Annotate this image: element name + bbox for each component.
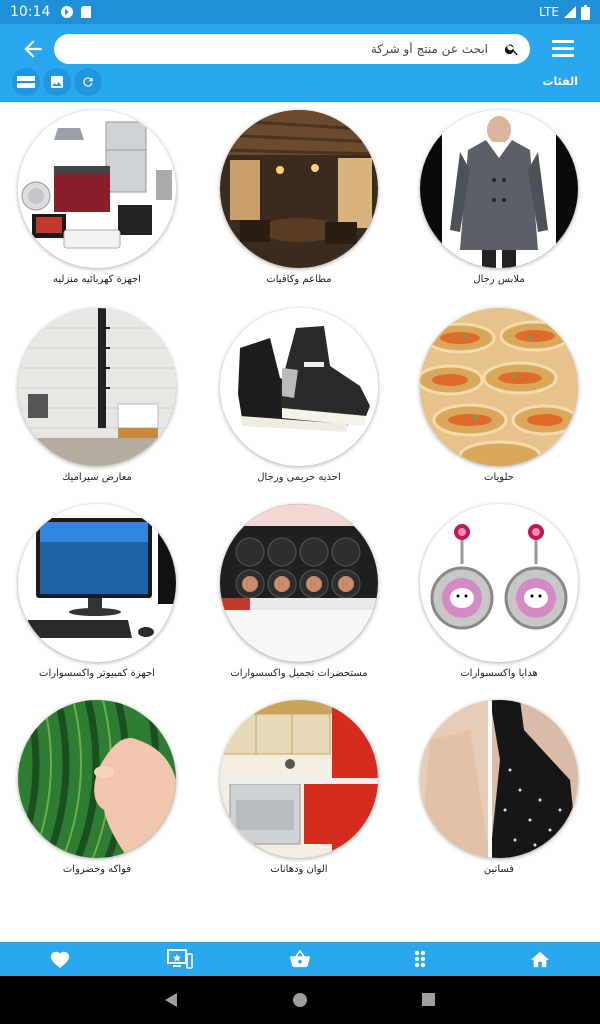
category-label: ملابس رجال bbox=[473, 274, 525, 285]
image-view-button[interactable] bbox=[43, 68, 71, 96]
refresh-button[interactable] bbox=[74, 68, 102, 96]
category-item[interactable]: فواكه وخضروات bbox=[8, 692, 178, 878]
cosmetics-image[interactable] bbox=[220, 504, 378, 662]
category-item[interactable]: اجهزة كمبيوتر واكسسوارات bbox=[8, 496, 178, 682]
category-item[interactable]: ملابس رجال bbox=[410, 102, 580, 288]
category-label: مطاعم وكافيات bbox=[266, 274, 332, 285]
watermelon-image[interactable] bbox=[18, 700, 176, 858]
dresses-image[interactable] bbox=[420, 700, 578, 858]
search-box[interactable] bbox=[54, 34, 530, 64]
sweets-image[interactable] bbox=[420, 308, 578, 466]
image-icon bbox=[51, 76, 63, 88]
sync-status-icon bbox=[61, 6, 74, 18]
status-right: LTE bbox=[539, 4, 590, 20]
category-label: احذيه حريمى ورجال bbox=[257, 472, 341, 483]
nav-basket[interactable] bbox=[240, 942, 360, 976]
category-label: معارض سيراميك bbox=[62, 472, 132, 483]
nav-apps[interactable] bbox=[360, 942, 480, 976]
sneakers-image[interactable] bbox=[220, 308, 378, 466]
category-item[interactable]: الوان ودهانات bbox=[210, 692, 380, 878]
refresh-icon bbox=[83, 77, 93, 87]
view-list-icon bbox=[17, 76, 35, 88]
category-item[interactable]: فساتين bbox=[410, 692, 580, 878]
heart-icon bbox=[50, 951, 70, 969]
ceramic-image[interactable] bbox=[18, 308, 176, 466]
nav-home[interactable] bbox=[480, 942, 600, 976]
category-label: اجهزة كمبيوتر واكسسوارات bbox=[39, 668, 155, 679]
screen: 10:14 LTE ابحث عن منتج أو شركة الفئات مل… bbox=[0, 0, 600, 1024]
category-grid: ملابس رجال مطاعم وكافيات اجهزة كهربائيه … bbox=[0, 102, 600, 942]
menu-button[interactable] bbox=[552, 40, 574, 58]
list-view-button[interactable] bbox=[12, 68, 40, 96]
system-recents-icon[interactable] bbox=[421, 992, 436, 1007]
network-type: LTE bbox=[539, 5, 559, 19]
arrow-back-icon bbox=[24, 40, 42, 58]
category-item[interactable]: مطاعم وكافيات bbox=[210, 102, 380, 288]
app-bar: الفئات bbox=[0, 24, 600, 102]
category-item[interactable]: معارض سيراميك bbox=[8, 300, 178, 486]
sd-card-icon bbox=[81, 6, 92, 18]
category-label: فساتين bbox=[483, 864, 515, 875]
category-label: الوان ودهانات bbox=[270, 864, 328, 875]
tools-row: الفئات bbox=[0, 68, 600, 98]
back-button[interactable] bbox=[20, 36, 46, 62]
kitchen-paint-image[interactable] bbox=[220, 700, 378, 858]
category-item[interactable]: مستحضرات تجميل واكسسوارات bbox=[210, 496, 380, 682]
category-label: فواكه وخضروات bbox=[62, 864, 132, 875]
search-input[interactable] bbox=[68, 34, 488, 64]
category-item[interactable]: حلويات bbox=[410, 300, 580, 486]
home-icon bbox=[530, 951, 550, 968]
menu-bar bbox=[552, 47, 574, 50]
categories-title: الفئات bbox=[542, 75, 579, 88]
apps-icon bbox=[414, 950, 426, 968]
category-label: هدايا واكسسوارات bbox=[460, 668, 538, 679]
status-bar: 10:14 LTE bbox=[0, 0, 600, 24]
status-time: 10:14 bbox=[10, 4, 51, 20]
category-label: حلويات bbox=[484, 472, 514, 483]
nav-favorites[interactable] bbox=[0, 942, 120, 976]
earrings-image[interactable] bbox=[420, 504, 578, 662]
search-icon[interactable] bbox=[504, 41, 520, 57]
restaurant-image[interactable] bbox=[220, 110, 378, 268]
ads-icon bbox=[167, 949, 193, 969]
computer-image[interactable] bbox=[18, 504, 176, 662]
menu-bar bbox=[552, 54, 574, 57]
system-nav-bar bbox=[0, 976, 600, 1024]
category-label: اجهزة كهربائيه منزليه bbox=[53, 274, 141, 285]
status-notification-icons bbox=[60, 5, 92, 19]
signal-icon bbox=[564, 6, 576, 18]
nav-ads[interactable] bbox=[120, 942, 240, 976]
category-item[interactable]: هدايا واكسسوارات bbox=[410, 496, 580, 682]
battery-icon bbox=[581, 4, 590, 20]
menu-bar bbox=[552, 40, 574, 43]
category-label: مستحضرات تجميل واكسسوارات bbox=[230, 668, 368, 679]
basket-icon bbox=[289, 950, 311, 968]
category-item[interactable]: اجهزة كهربائيه منزليه bbox=[8, 102, 178, 288]
system-back-icon[interactable] bbox=[163, 992, 179, 1008]
system-home-icon[interactable] bbox=[292, 992, 308, 1008]
appliances-image[interactable] bbox=[18, 110, 176, 268]
category-item[interactable]: احذيه حريمى ورجال bbox=[210, 300, 380, 486]
search-row bbox=[0, 34, 600, 64]
men-coat-image[interactable] bbox=[420, 110, 578, 268]
bottom-nav bbox=[0, 942, 600, 976]
